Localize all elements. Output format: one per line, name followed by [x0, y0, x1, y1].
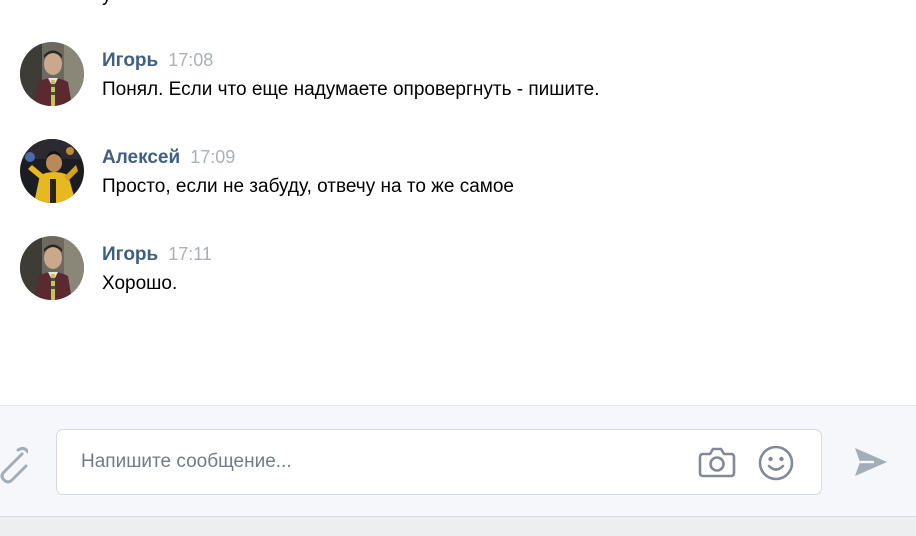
message-text: Просто, если не забуду, отвечу на то же … [102, 176, 514, 197]
message-text: Понял. Если что еще надумаете опровергну… [102, 79, 600, 100]
message-composer: Напишите сообщение... [0, 405, 916, 516]
camera-icon[interactable] [697, 444, 737, 480]
message-text: Хорошо. [102, 273, 178, 294]
message-header: Игорь 17:08 [102, 48, 213, 74]
message-item: Игорь 17:08 Понял. Если что еще надумаете… [20, 42, 900, 106]
author-name[interactable]: Игорь [102, 50, 158, 71]
igor-avatar [20, 42, 84, 106]
aleksey-avatar [20, 139, 84, 203]
paperclip-icon[interactable] [0, 444, 30, 488]
message-input[interactable]: Напишите сообщение... [56, 429, 822, 495]
send-icon[interactable] [852, 444, 890, 480]
avatar[interactable] [20, 42, 84, 106]
message-input-placeholder: Напишите сообщение... [81, 451, 292, 472]
message-time[interactable]: 17:11 [168, 244, 212, 264]
message-header: Алексей 17:09 [102, 145, 235, 171]
author-name[interactable]: Алексей [102, 147, 180, 168]
avatar[interactable] [20, 236, 84, 300]
message-header: Игорь 17:11 [102, 242, 212, 268]
avatar[interactable] [20, 139, 84, 203]
message-history[interactable]: у Игорь17:08 Понял. [0, 0, 916, 404]
smile-icon[interactable] [757, 444, 795, 482]
previous-message-fragment: у [102, 0, 112, 5]
author-name[interactable]: Игорь [102, 244, 158, 265]
message-item: Игорь 17:11 Хорошо. [20, 236, 900, 300]
igor-avatar [20, 236, 84, 300]
chat-window: у Игорь17:08 Понял. [0, 0, 916, 536]
message-time[interactable]: 17:09 [190, 147, 235, 167]
bottom-bar [0, 516, 916, 536]
message-item: Алексей 17:09 Просто, если не забуду, отв… [20, 139, 900, 203]
message-time[interactable]: 17:08 [168, 50, 213, 70]
